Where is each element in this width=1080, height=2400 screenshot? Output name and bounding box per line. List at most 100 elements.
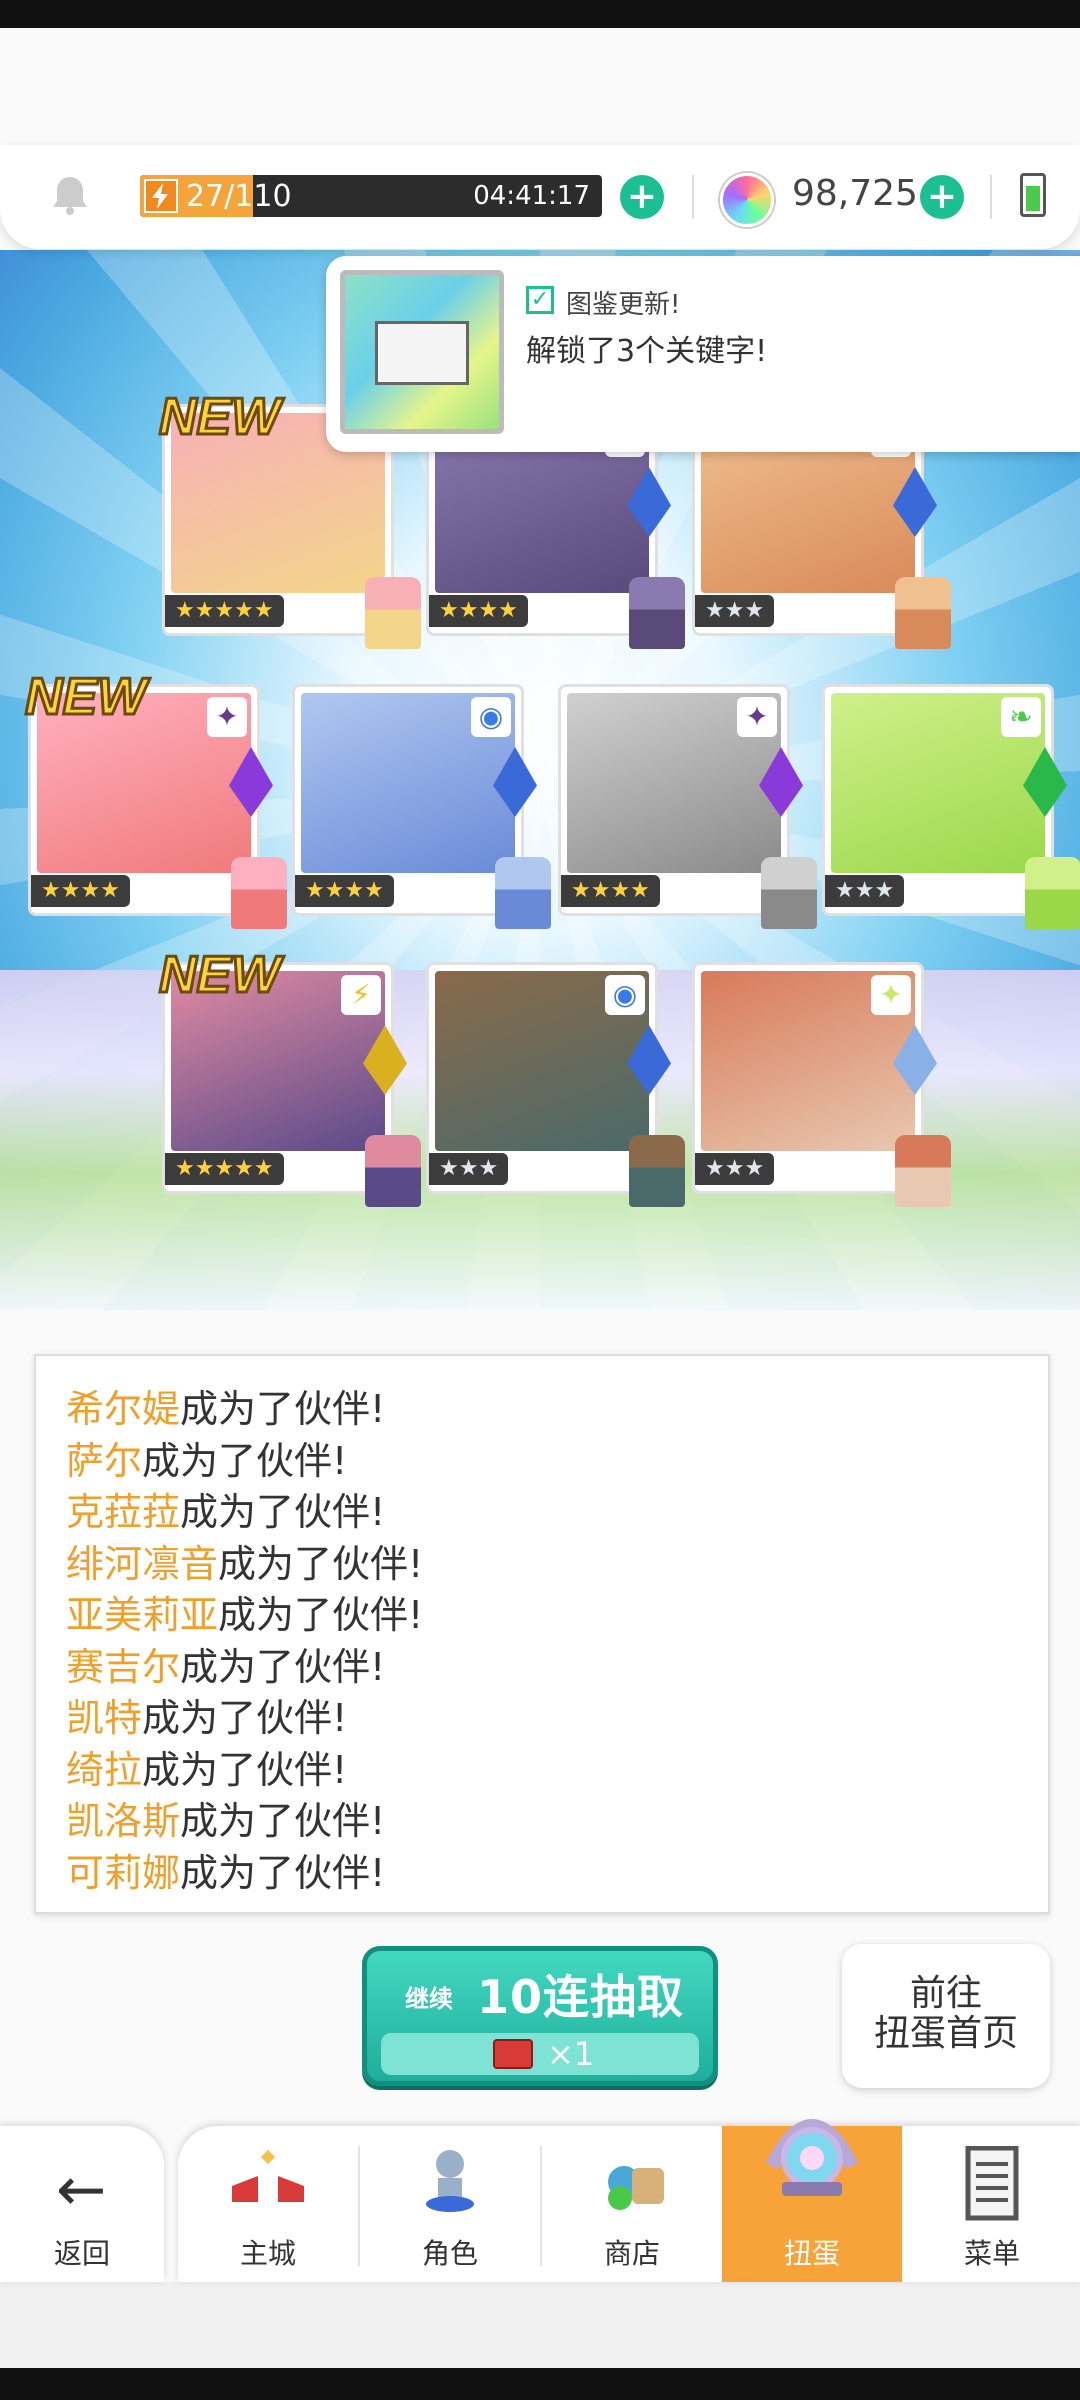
- water-element-icon: ◉: [471, 697, 511, 737]
- character-card[interactable]: ✦ ★★★: [692, 962, 951, 1207]
- log-line: 希尔媞成为了伙伴!: [66, 1384, 1018, 1436]
- log-line: 克菈菈成为了伙伴!: [66, 1487, 1018, 1539]
- log-suffix: 成为了伙伴!: [142, 1696, 348, 1740]
- tab-menu[interactable]: 菜单: [902, 2126, 1080, 2282]
- tab-gacha-label: 扭蛋: [783, 2237, 840, 2270]
- log-suffix: 成为了伙伴!: [180, 1850, 386, 1895]
- tab-shop-label: 商店: [603, 2237, 660, 2270]
- pull-label: 10连抽取: [477, 1970, 685, 2024]
- tab-character-label: 角色: [421, 2237, 478, 2270]
- pixel-sprite-icon: [629, 577, 685, 649]
- pixel-sprite-icon: [629, 1135, 685, 1207]
- character-icon: [420, 2146, 480, 2216]
- add-stamina-button[interactable]: +: [620, 175, 664, 219]
- rarity-stars: ★★★: [825, 875, 905, 907]
- character-card[interactable]: ✦ ★★★★: [558, 684, 817, 929]
- tab-shop[interactable]: 商店: [542, 2126, 722, 2282]
- bell-icon[interactable]: [48, 173, 92, 217]
- dark-element-icon: ✦: [207, 697, 247, 737]
- tab-castle[interactable]: 主城: [178, 2126, 358, 2282]
- pull-10-button[interactable]: 继续 10连抽取 ×1: [362, 1946, 718, 2086]
- character-card[interactable]: ◉ ★★★★: [292, 684, 551, 929]
- pull-cost-value: ×1: [547, 2035, 595, 2073]
- add-gem-button[interactable]: +: [920, 175, 964, 219]
- log-suffix: 成为了伙伴!: [218, 1541, 424, 1586]
- light-element-icon: ✦: [871, 975, 911, 1015]
- new-badge: NEW: [157, 387, 281, 448]
- thunder-element-icon: ⚡: [341, 975, 381, 1015]
- rarity-stars: ★★★★: [429, 595, 528, 627]
- water-element-icon: ◉: [605, 975, 645, 1015]
- gacha-home-button[interactable]: 前往 扭蛋首页: [842, 1944, 1050, 2088]
- log-suffix: 成为了伙伴!: [180, 1644, 386, 1689]
- log-line: 萨尔成为了伙伴!: [66, 1436, 1018, 1488]
- log-suffix: 成为了伙伴!: [180, 1387, 386, 1431]
- unlock-notification[interactable]: ✓ 图鉴更新! 解锁了3个关键字!: [326, 256, 1080, 452]
- checkbox-icon: ✓: [526, 286, 554, 314]
- back-label: 返回: [53, 2237, 110, 2270]
- bottom-nav: ← 返回 主城 角色 商店 扭蛋 菜单: [0, 2119, 1080, 2368]
- character-name: 凯特: [66, 1696, 143, 1740]
- rarity-stars: ★★★: [429, 1153, 509, 1185]
- notification-title: 图鉴更新!: [566, 290, 681, 320]
- shop-icon: [602, 2146, 664, 2216]
- wind-element-icon: ❧: [1001, 697, 1041, 737]
- character-card[interactable]: ❧ ★★★: [822, 684, 1080, 929]
- continue-label: 继续: [405, 1985, 453, 2013]
- castle-icon: [232, 2146, 304, 2216]
- pixel-sprite-icon: [495, 857, 551, 929]
- character-card[interactable]: ◉ ★★★: [426, 962, 685, 1207]
- character-name: 凯洛斯: [66, 1799, 181, 1843]
- pull-cost: ×1: [381, 2033, 699, 2075]
- character-card[interactable]: ✦ ★★★★ NEW: [23, 667, 287, 929]
- log-suffix: 成为了伙伴!: [142, 1747, 348, 1792]
- pixel-sprite-icon: [231, 857, 287, 929]
- log-suffix: 成为了伙伴!: [218, 1593, 424, 1637]
- log-line: 可莉娜成为了伙伴!: [66, 1848, 1018, 1900]
- dark-element-icon: ✦: [737, 697, 777, 737]
- new-badge: NEW: [23, 667, 147, 728]
- character-name: 克菈菈: [66, 1490, 181, 1534]
- log-suffix: 成为了伙伴!: [142, 1438, 348, 1483]
- gem-icon: [720, 173, 774, 227]
- ticket-icon: [493, 2039, 533, 2069]
- log-line: 绯河凛音成为了伙伴!: [66, 1539, 1018, 1591]
- tab-character[interactable]: 角色: [360, 2126, 540, 2282]
- stamina-bar: 27/110 04:41:17: [140, 175, 602, 217]
- back-button[interactable]: ← 返回: [0, 2126, 164, 2282]
- rarity-stars: ★★★★★: [165, 1153, 284, 1185]
- back-arrow-icon: ←: [56, 2155, 107, 2225]
- menu-icon: [962, 2145, 1022, 2221]
- log-line: 赛吉尔成为了伙伴!: [66, 1642, 1018, 1694]
- pixel-sprite-icon: [365, 577, 421, 649]
- pixel-sprite-icon: [761, 857, 817, 929]
- gacha-home-line2: 扭蛋首页: [873, 2013, 1018, 2054]
- rarity-stars: ★★★★: [295, 875, 394, 907]
- character-name: 赛吉尔: [66, 1644, 181, 1689]
- gacha-home-line1: 前往: [909, 1973, 982, 2014]
- log-line: 绮拉成为了伙伴!: [66, 1745, 1018, 1797]
- character-name: 希尔媞: [66, 1387, 181, 1431]
- stamina-timer: 04:41:17: [473, 181, 590, 211]
- log-line: 亚美莉亚成为了伙伴!: [66, 1590, 1018, 1642]
- pixel-sprite-icon: [895, 577, 951, 649]
- log-suffix: 成为了伙伴!: [180, 1799, 386, 1843]
- character-name: 可莉娜: [66, 1850, 181, 1895]
- rarity-stars: ★★★★: [31, 875, 130, 907]
- divider: [990, 175, 992, 219]
- resource-header: 27/110 04:41:17 + 98,725 +: [0, 145, 1080, 249]
- battery-icon: [1020, 173, 1046, 217]
- recruit-log[interactable]: 希尔媞成为了伙伴! 萨尔成为了伙伴! 克菈菈成为了伙伴! 绯河凛音成为了伙伴! 亚美莉亚…: [34, 1354, 1050, 1914]
- tab-castle-label: 主城: [239, 2237, 296, 2270]
- pixel-sprite-icon: [1025, 857, 1080, 929]
- log-suffix: 成为了伙伴!: [180, 1490, 386, 1534]
- status-strip: [0, 0, 1080, 28]
- nav-base: [0, 2282, 1080, 2368]
- bottom-strip: [0, 2368, 1080, 2400]
- nav-tabs: 主城 角色 商店 扭蛋 菜单: [178, 2119, 1080, 2282]
- character-name: 绯河凛音: [66, 1541, 219, 1586]
- rarity-stars: ★★★★★: [165, 595, 284, 627]
- character-name: 亚美莉亚: [66, 1593, 219, 1637]
- tab-gacha[interactable]: 扭蛋: [722, 2119, 902, 2282]
- character-card[interactable]: ⚡ ★★★★★ NEW: [157, 945, 421, 1207]
